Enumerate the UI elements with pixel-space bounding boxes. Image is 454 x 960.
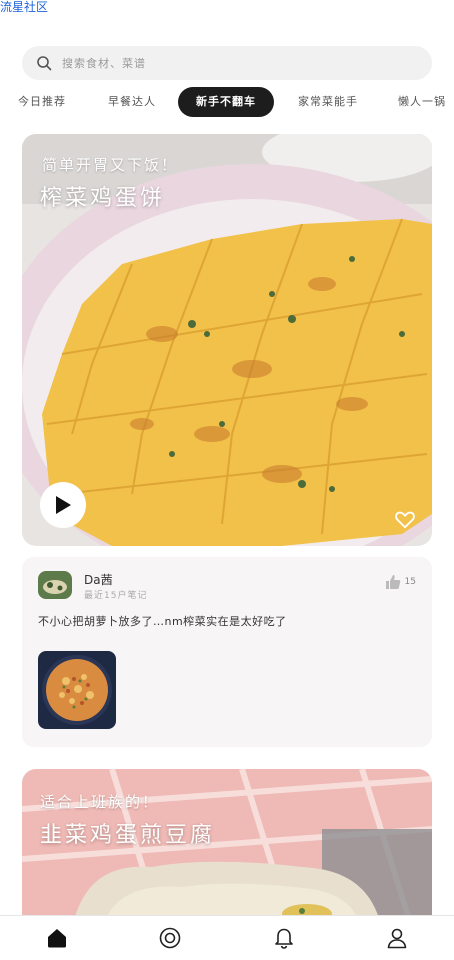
tab-today[interactable]: 今日推荐 bbox=[18, 87, 66, 117]
target-icon bbox=[159, 927, 181, 949]
tab-beginner[interactable]: 新手不翻车 bbox=[178, 87, 274, 117]
second-recipe-subtitle: 适合上班族的！ bbox=[40, 793, 160, 811]
like-count: 15 bbox=[404, 577, 416, 587]
recipe-title: 榨菜鸡蛋饼 bbox=[40, 186, 166, 211]
heart-icon[interactable] bbox=[394, 508, 416, 530]
category-tabs: 今日推荐 早餐达人 新手不翻车 家常菜能手 懒人一锅 bbox=[0, 87, 454, 117]
tab-home-cooking[interactable]: 家常菜能手 bbox=[298, 87, 358, 117]
second-recipe-title: 韭菜鸡蛋煎豆腐 bbox=[40, 823, 216, 848]
search-icon bbox=[37, 56, 52, 71]
tab-one-pot[interactable]: 懒人一锅 bbox=[398, 87, 446, 117]
author-meta: 最近15户笔记 bbox=[84, 591, 148, 601]
recipe-subtitle: 简单开胃又下饭！ bbox=[42, 156, 179, 174]
nav-home[interactable] bbox=[44, 925, 70, 951]
nav-notifications[interactable] bbox=[271, 925, 297, 951]
tab-breakfast[interactable]: 早餐达人 bbox=[108, 87, 156, 117]
second-recipe-card[interactable]: 适合上班族的！ 韭菜鸡蛋煎豆腐 bbox=[22, 769, 432, 929]
bell-icon bbox=[274, 928, 293, 949]
community-link[interactable]: 流星社区 bbox=[0, 0, 48, 14]
home-icon bbox=[47, 929, 66, 948]
nav-discover[interactable] bbox=[157, 925, 183, 951]
user-post-card[interactable]: Da茜 最近15户笔记 15 不小心把胡萝卜放多了…nm榨菜实在是太好吃了 bbox=[22, 557, 432, 747]
search-bar[interactable]: 搜索食材、菜谱 bbox=[22, 46, 432, 80]
post-image[interactable] bbox=[38, 651, 116, 729]
thumbs-up-icon bbox=[385, 575, 400, 589]
search-placeholder: 搜索食材、菜谱 bbox=[62, 57, 146, 70]
bottom-navigation bbox=[0, 915, 454, 960]
avatar[interactable] bbox=[38, 571, 72, 599]
play-button[interactable] bbox=[40, 482, 86, 528]
nav-profile[interactable] bbox=[384, 925, 410, 951]
author-name[interactable]: Da茜 bbox=[84, 571, 113, 588]
post-text: 不小心把胡萝卜放多了…nm榨菜实在是太好吃了 bbox=[38, 615, 287, 628]
featured-recipe-card[interactable]: 简单开胃又下饭！ 榨菜鸡蛋饼 bbox=[22, 134, 432, 546]
play-icon bbox=[56, 496, 71, 514]
like-button[interactable]: 15 bbox=[384, 573, 416, 591]
user-icon bbox=[387, 928, 407, 949]
